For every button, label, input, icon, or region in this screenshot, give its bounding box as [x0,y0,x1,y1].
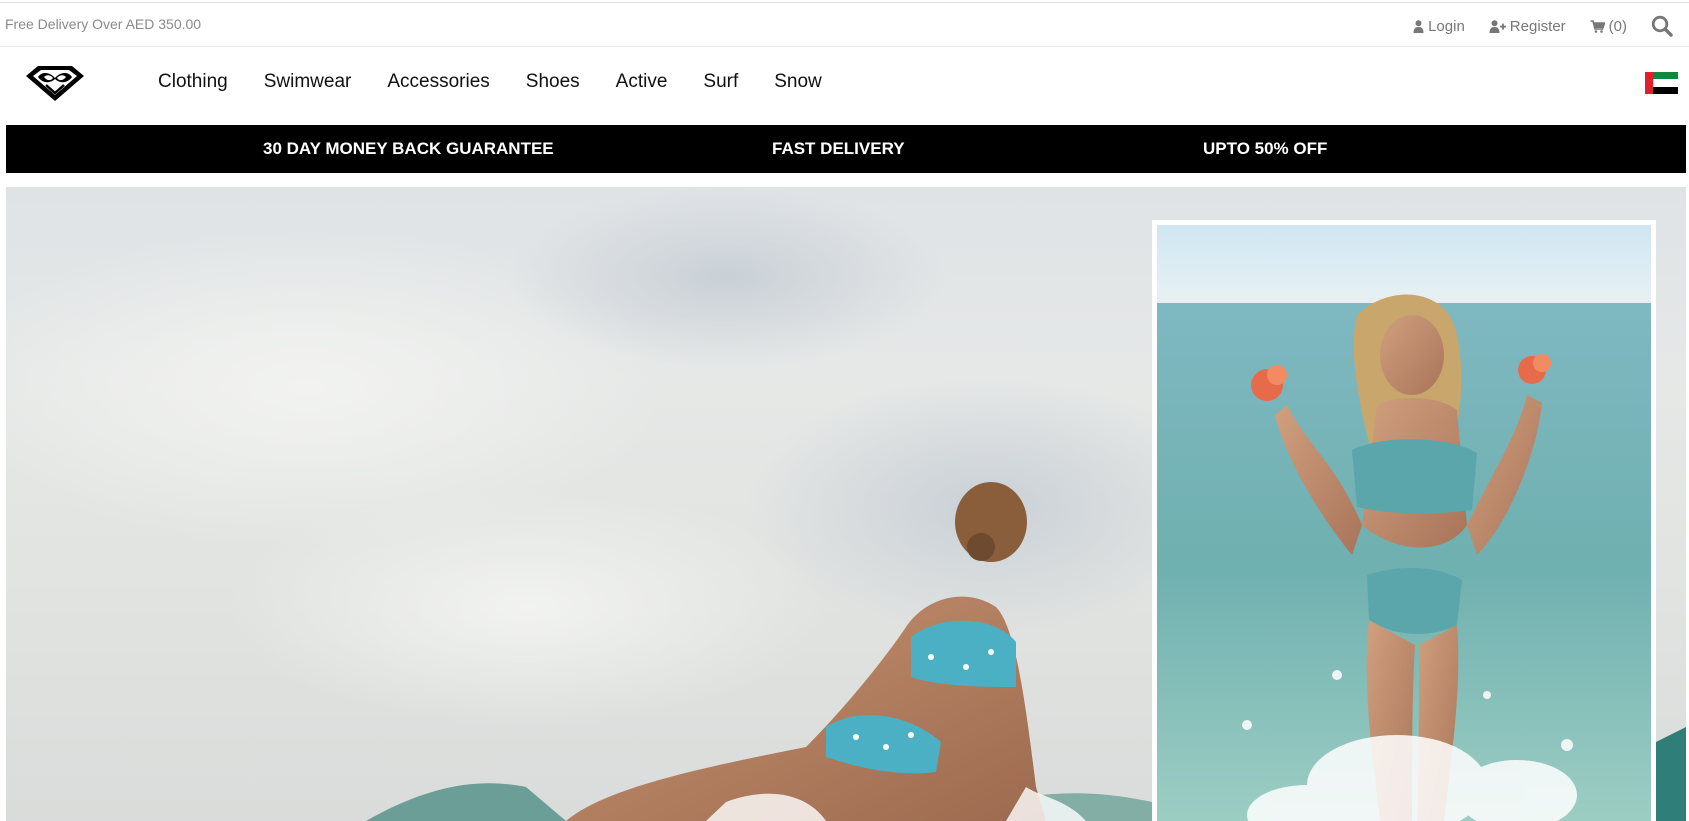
flag-red-band [1645,72,1653,94]
inset-photo [1157,225,1651,821]
nav-item-shoes[interactable]: Shoes [526,71,580,93]
nav-item-snow[interactable]: Snow [774,71,822,93]
usp-bar: 30 DAY MONEY BACK GUARANTEE FAST DELIVER… [6,125,1686,173]
search-button[interactable] [1651,15,1673,37]
beach-model-image [1157,225,1651,821]
nav-item-active[interactable]: Active [616,71,668,93]
inset-photo-frame [1152,220,1656,821]
brand-logo[interactable] [24,63,86,103]
account-links: Login Register (0) [1389,15,1673,37]
uae-flag-icon[interactable] [1645,72,1678,94]
nav-item-surf[interactable]: Surf [703,71,738,93]
main-header: Clothing Swimwear Accessories Shoes Acti… [0,47,1689,124]
register-label: Register [1509,17,1566,35]
hero-banner[interactable] [6,187,1686,821]
flag-stripes [1653,72,1678,94]
heart-logo-icon [26,66,84,101]
cart-icon [1590,19,1605,33]
login-link[interactable]: Login [1413,18,1465,35]
nav-item-swimwear[interactable]: Swimwear [264,71,352,93]
login-label: Login [1428,17,1465,35]
utility-bar: Free Delivery Over AED 350.00 Login Regi… [0,3,1689,47]
usp-money-back: 30 DAY MONEY BACK GUARANTEE [263,139,554,158]
usp-fast-delivery: FAST DELIVERY [772,139,905,158]
cart-count: (0) [1608,17,1627,35]
cart-link[interactable]: (0) [1590,18,1627,35]
register-link[interactable]: Register [1489,18,1566,35]
user-icon [1413,19,1424,33]
search-icon [1651,15,1673,37]
free-delivery-text: Free Delivery Over AED 350.00 [5,16,202,32]
user-plus-icon [1489,19,1506,33]
nav-item-accessories[interactable]: Accessories [387,71,489,93]
main-nav: Clothing Swimwear Accessories Shoes Acti… [140,71,840,93]
nav-item-clothing[interactable]: Clothing [158,71,228,93]
usp-discount: UPTO 50% OFF [1203,139,1328,158]
